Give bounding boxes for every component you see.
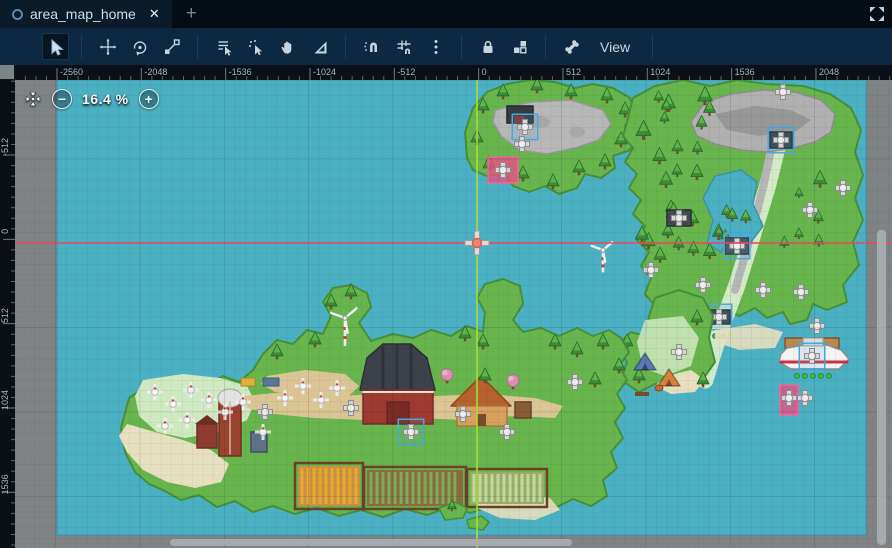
toolbar-separator xyxy=(345,34,346,59)
instance-blocks-tool-icon[interactable] xyxy=(506,33,533,60)
fullscreen-icon[interactable] xyxy=(868,5,886,23)
tab-bar: area_map_home ✕ + xyxy=(0,0,892,28)
horizontal-scrollbar-thumb[interactable] xyxy=(170,539,572,546)
vertical-scrollbar-thumb[interactable] xyxy=(877,230,886,545)
room-editor-canvas: -2560 -2048 -1536 -1024 -512 0 512 1024 1536 2048… xyxy=(0,65,892,548)
view-menu[interactable]: View xyxy=(590,39,640,55)
svg-text:512: 512 xyxy=(566,67,581,77)
svg-text:0: 0 xyxy=(482,67,487,77)
svg-text:-1536: -1536 xyxy=(229,67,252,77)
room-canvas[interactable] xyxy=(15,80,892,548)
svg-text:-2560: -2560 xyxy=(60,67,83,77)
rotate-tool-icon[interactable] xyxy=(126,33,153,60)
more-options-button-icon[interactable] xyxy=(422,33,449,60)
horizontal-ruler: -2560 -2048 -1536 -1024 -512 0 512 1024 1536 2048 xyxy=(15,65,892,80)
set-square-tool-icon[interactable] xyxy=(306,33,333,60)
snap-magnet-tool-icon[interactable] xyxy=(358,33,385,60)
svg-text:1536: 1536 xyxy=(735,67,755,77)
svg-text:1024: 1024 xyxy=(650,67,670,77)
pan-tool-icon[interactable] xyxy=(274,33,301,60)
toolbar-separator xyxy=(197,34,198,59)
bone-tool-icon[interactable] xyxy=(558,33,585,60)
svg-text:2048: 2048 xyxy=(819,67,839,77)
new-tab-button[interactable]: + xyxy=(172,0,211,28)
vertical-ruler: -512 0 512 1024 1536 xyxy=(0,80,15,548)
tab-label: area_map_home xyxy=(30,6,136,22)
zoom-controls: − 16.4 % + xyxy=(24,89,159,109)
svg-text:1536: 1536 xyxy=(0,474,10,494)
close-tab-icon[interactable]: ✕ xyxy=(149,6,160,22)
ruler-corner xyxy=(0,65,15,80)
svg-text:-1024: -1024 xyxy=(313,67,336,77)
svg-text:-512: -512 xyxy=(0,138,10,156)
svg-text:-512: -512 xyxy=(397,67,415,77)
grid-major xyxy=(15,80,892,548)
grid-snap-tool-icon[interactable] xyxy=(390,33,417,60)
select-tool-icon[interactable] xyxy=(42,33,69,60)
selection-list-tool-icon[interactable] xyxy=(210,33,237,60)
point-select-tool-icon[interactable] xyxy=(242,33,269,60)
scale-tool-icon[interactable] xyxy=(158,33,185,60)
zoom-in-button[interactable]: + xyxy=(138,89,159,109)
zoom-out-button[interactable]: − xyxy=(52,89,72,109)
center-view-icon[interactable] xyxy=(24,90,42,108)
toolbar: View xyxy=(0,28,892,65)
zoom-level: 16.4 % xyxy=(82,91,129,107)
lock-tool-icon[interactable] xyxy=(474,33,501,60)
move-tool-icon[interactable] xyxy=(94,33,121,60)
toolbar-separator xyxy=(81,34,82,59)
svg-text:512: 512 xyxy=(0,308,10,323)
map-area: − 16.4 % + xyxy=(15,80,892,548)
svg-text:-2048: -2048 xyxy=(144,67,167,77)
tab-area-map-home[interactable]: area_map_home ✕ xyxy=(0,0,172,28)
toolbar-separator xyxy=(545,34,546,59)
room-icon xyxy=(12,8,23,20)
toolbar-separator xyxy=(652,34,654,59)
toolbar-separator xyxy=(461,34,462,59)
svg-text:1024: 1024 xyxy=(0,390,10,410)
svg-text:0: 0 xyxy=(0,229,10,234)
